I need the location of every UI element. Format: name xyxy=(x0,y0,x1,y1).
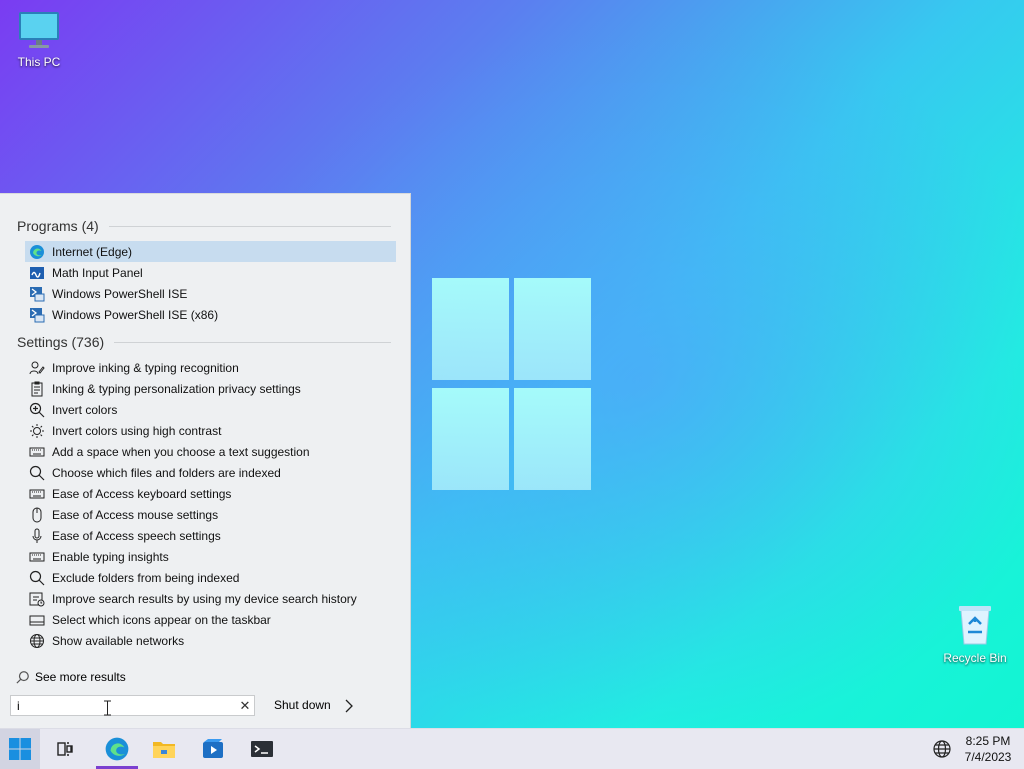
powershell-ise-icon xyxy=(29,286,45,302)
file-explorer-icon xyxy=(153,742,175,758)
shutdown-button[interactable]: Shut down xyxy=(274,698,331,712)
result-math-input-panel[interactable]: Math Input Panel xyxy=(25,262,396,283)
result-add-space-suggestion[interactable]: Add a space when you choose a text sugge… xyxy=(25,441,396,462)
text-cursor-icon xyxy=(104,700,111,716)
media-player-icon xyxy=(203,739,223,758)
result-powershell-ise-x86[interactable]: Windows PowerShell ISE (x86) xyxy=(25,304,396,325)
result-taskbar-icons[interactable]: Select which icons appear on the taskbar xyxy=(25,609,396,630)
start-search-menu: Programs (4) Internet (Edge) Math Input … xyxy=(0,193,411,728)
mouse-icon xyxy=(29,507,45,523)
see-more-results[interactable]: See more results xyxy=(16,670,126,684)
desktop-icon-label: This PC xyxy=(17,55,61,69)
powershell-ise-icon xyxy=(29,307,45,323)
desktop-icon-label: Recycle Bin xyxy=(943,651,1007,665)
microphone-icon xyxy=(29,528,45,544)
history-icon xyxy=(29,591,45,607)
search-input-value[interactable]: i xyxy=(11,699,236,713)
taskbar: 8:25 PM 7/4/2023 xyxy=(0,728,1024,769)
desktop-icon-recycle-bin[interactable]: Recycle Bin xyxy=(938,602,1012,665)
group-heading-settings: Settings (736) xyxy=(17,334,391,350)
edge-icon xyxy=(29,244,45,260)
search-icon xyxy=(16,671,29,684)
start-icon xyxy=(9,738,31,760)
terminal-icon xyxy=(251,741,273,757)
search-icon xyxy=(29,465,45,481)
clipboard-icon xyxy=(29,381,45,397)
network-globe-icon[interactable] xyxy=(932,739,952,759)
chevron-right-icon[interactable] xyxy=(342,699,356,713)
windows-logo-wallpaper xyxy=(432,278,592,490)
result-internet-edge[interactable]: Internet (Edge) xyxy=(25,241,396,262)
taskbar-file-explorer-button[interactable] xyxy=(144,729,184,769)
desktop-icon-this-pc[interactable]: This PC xyxy=(2,10,76,69)
sun-icon xyxy=(29,423,45,439)
task-view-icon xyxy=(57,742,73,756)
edge-icon xyxy=(105,737,129,761)
result-show-networks[interactable]: Show available networks xyxy=(25,630,396,651)
system-clock[interactable]: 8:25 PM 7/4/2023 xyxy=(962,733,1014,765)
taskbar-media-player-button[interactable] xyxy=(193,729,233,769)
result-ease-mouse[interactable]: Ease of Access mouse settings xyxy=(25,504,396,525)
result-inking-privacy[interactable]: Inking & typing personalization privacy … xyxy=(25,378,396,399)
clock-time: 8:25 PM xyxy=(965,734,1011,748)
result-typing-insights[interactable]: Enable typing insights xyxy=(25,546,396,567)
keyboard-icon xyxy=(29,444,45,460)
result-improve-inking[interactable]: Improve inking & typing recognition xyxy=(25,357,396,378)
taskbar-icon xyxy=(29,612,45,628)
result-exclude-folders[interactable]: Exclude folders from being indexed xyxy=(25,567,396,588)
result-invert-high-contrast[interactable]: Invert colors using high contrast xyxy=(25,420,396,441)
keyboard-icon xyxy=(29,549,45,565)
search-icon xyxy=(29,570,45,586)
recycle-bin-icon xyxy=(959,606,991,645)
person-pen-icon xyxy=(29,360,45,376)
clock-date: 7/4/2023 xyxy=(964,750,1012,764)
globe-icon xyxy=(29,633,45,649)
computer-icon xyxy=(19,12,59,48)
keyboard-icon xyxy=(29,486,45,502)
magnifier-plus-icon xyxy=(29,402,45,418)
result-ease-keyboard[interactable]: Ease of Access keyboard settings xyxy=(25,483,396,504)
result-search-history[interactable]: Improve search results by using my devic… xyxy=(25,588,396,609)
taskbar-edge-button[interactable] xyxy=(96,729,138,769)
math-input-icon xyxy=(29,265,45,281)
search-input[interactable]: i ✕ xyxy=(10,695,255,716)
result-choose-indexed[interactable]: Choose which files and folders are index… xyxy=(25,462,396,483)
task-view-button[interactable] xyxy=(45,729,85,769)
group-heading-programs: Programs (4) xyxy=(17,218,391,234)
result-ease-speech[interactable]: Ease of Access speech settings xyxy=(25,525,396,546)
taskbar-terminal-button[interactable] xyxy=(242,729,282,769)
result-powershell-ise[interactable]: Windows PowerShell ISE xyxy=(25,283,396,304)
start-button[interactable] xyxy=(0,729,40,769)
result-invert-colors[interactable]: Invert colors xyxy=(25,399,396,420)
clear-icon[interactable]: ✕ xyxy=(236,698,254,714)
